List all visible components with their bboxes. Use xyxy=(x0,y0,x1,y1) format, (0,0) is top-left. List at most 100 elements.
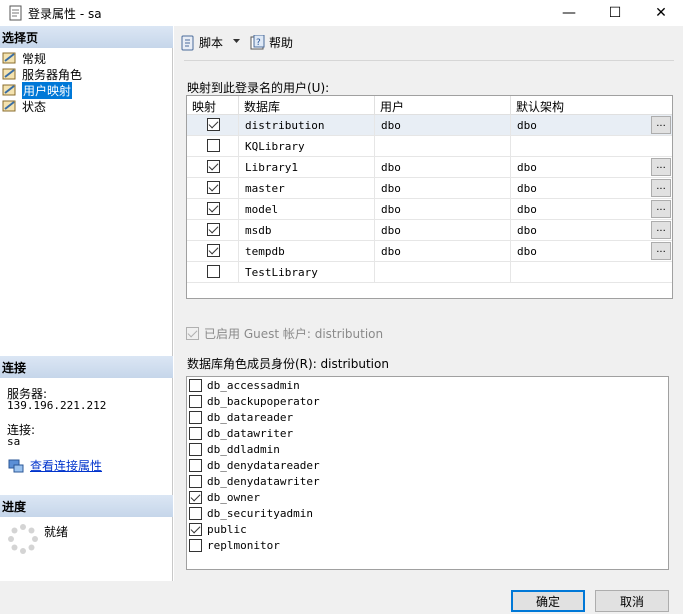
user-cell[interactable] xyxy=(375,136,511,157)
connection-properties-icon xyxy=(8,459,24,472)
default-schema-cell[interactable] xyxy=(511,136,672,157)
role-checkbox[interactable] xyxy=(189,442,202,456)
role-item[interactable]: db_backupoperator xyxy=(189,393,320,409)
role-item[interactable]: public xyxy=(189,521,247,537)
user-cell[interactable] xyxy=(375,262,511,283)
map-checkbox[interactable] xyxy=(207,244,220,257)
column-header-database[interactable]: 数据库 xyxy=(239,96,375,115)
database-cell[interactable]: master xyxy=(239,178,375,199)
database-cell[interactable]: model xyxy=(239,199,375,220)
help-label: 帮助 xyxy=(269,36,294,50)
user-cell[interactable]: dbo xyxy=(375,178,511,199)
map-checkbox[interactable] xyxy=(207,181,220,194)
database-cell[interactable]: TestLibrary xyxy=(239,262,375,283)
role-checkbox[interactable] xyxy=(189,378,202,392)
column-header-user[interactable]: 用户 xyxy=(375,96,511,115)
nav-item-label: 用户映射 xyxy=(22,81,73,99)
toolbar: 脚本 ? 帮助 xyxy=(174,26,683,60)
table-row[interactable]: Library1 dbo dbo... xyxy=(187,157,672,178)
user-cell[interactable]: dbo xyxy=(375,115,511,136)
script-dropdown-button[interactable] xyxy=(232,37,241,45)
table-row[interactable]: model dbo dbo... xyxy=(187,199,672,220)
role-checkbox[interactable] xyxy=(189,426,202,440)
role-item[interactable]: replmonitor xyxy=(189,537,280,553)
table-row[interactable]: msdb dbo dbo... xyxy=(187,220,672,241)
role-checkbox[interactable] xyxy=(189,458,202,472)
role-item[interactable]: db_owner xyxy=(189,489,260,505)
maximize-button[interactable]: ☐ xyxy=(592,0,638,26)
connection-header: 连接 xyxy=(0,356,173,378)
progress-spinner-icon xyxy=(8,524,38,554)
map-checkbox[interactable] xyxy=(207,223,220,236)
schema-browse-button[interactable]: ... xyxy=(651,200,671,218)
default-schema-cell[interactable]: dbo xyxy=(511,220,672,241)
default-schema-cell[interactable]: dbo xyxy=(511,157,672,178)
schema-browse-button[interactable]: ... xyxy=(651,221,671,239)
database-cell[interactable]: distribution xyxy=(239,115,375,136)
table-row[interactable]: KQLibrary xyxy=(187,136,672,157)
database-cell[interactable]: Library1 xyxy=(239,157,375,178)
table-row[interactable]: distribution dbo dbo... xyxy=(187,115,672,136)
role-item[interactable]: db_ddladmin xyxy=(189,441,280,457)
user-cell[interactable]: dbo xyxy=(375,199,511,220)
maximize-icon: ☐ xyxy=(608,5,622,21)
nav-item-general[interactable]: 常规 xyxy=(2,50,46,66)
table-row[interactable]: TestLibrary xyxy=(187,262,672,283)
role-checkbox[interactable] xyxy=(189,506,202,520)
map-checkbox[interactable] xyxy=(207,118,220,131)
column-header-default-schema[interactable]: 默认架构 xyxy=(511,96,672,115)
schema-browse-button[interactable]: ... xyxy=(651,179,671,197)
table-row[interactable]: master dbo dbo... xyxy=(187,178,672,199)
dialog-button-bar: 确定 取消 xyxy=(0,581,683,614)
nav-item-status[interactable]: 状态 xyxy=(2,98,46,114)
schema-browse-button[interactable]: ... xyxy=(651,158,671,176)
close-button[interactable]: ✕ xyxy=(638,0,683,26)
role-checkbox[interactable] xyxy=(189,410,202,424)
map-checkbox[interactable] xyxy=(207,265,220,278)
role-label: replmonitor xyxy=(207,538,280,552)
role-checkbox[interactable] xyxy=(189,394,202,408)
schema-browse-button[interactable]: ... xyxy=(651,116,671,134)
role-item[interactable]: db_datareader xyxy=(189,409,293,425)
map-checkbox[interactable] xyxy=(207,202,220,215)
map-checkbox[interactable] xyxy=(207,139,220,152)
role-checkbox[interactable] xyxy=(189,522,202,536)
database-cell[interactable]: KQLibrary xyxy=(239,136,375,157)
minimize-button[interactable]: — xyxy=(546,0,592,26)
schema-browse-button[interactable]: ... xyxy=(651,242,671,260)
user-cell[interactable]: dbo xyxy=(375,157,511,178)
role-item[interactable]: db_datawriter xyxy=(189,425,293,441)
role-item[interactable]: db_denydatawriter xyxy=(189,473,320,489)
ok-button[interactable]: 确定 xyxy=(511,590,585,612)
cancel-button[interactable]: 取消 xyxy=(595,590,669,612)
role-checkbox[interactable] xyxy=(189,490,202,504)
default-schema-cell[interactable]: dbo xyxy=(511,241,672,262)
nav-item-server-roles[interactable]: 服务器角色 xyxy=(2,66,82,82)
view-connection-properties-link[interactable]: 查看连接属性 xyxy=(8,457,102,474)
script-button[interactable]: 脚本 xyxy=(180,34,223,51)
help-button[interactable]: ? 帮助 xyxy=(250,34,293,51)
user-cell[interactable]: dbo xyxy=(375,220,511,241)
nav-item-user-mapping[interactable]: 用户映射 xyxy=(2,81,73,99)
map-cell xyxy=(187,262,239,283)
select-page-header: 选择页 xyxy=(0,26,173,48)
role-item[interactable]: db_securityadmin xyxy=(189,505,313,521)
role-label: db_backupoperator xyxy=(207,394,320,408)
default-schema-cell[interactable]: dbo xyxy=(511,178,672,199)
role-checkbox[interactable] xyxy=(189,474,202,488)
map-cell xyxy=(187,178,239,199)
database-cell[interactable]: tempdb xyxy=(239,241,375,262)
default-schema-cell[interactable] xyxy=(511,262,672,283)
role-item[interactable]: db_accessadmin xyxy=(189,377,300,393)
column-header-map[interactable]: 映射 xyxy=(187,96,239,115)
role-checkbox[interactable] xyxy=(189,538,202,552)
user-cell[interactable]: dbo xyxy=(375,241,511,262)
map-checkbox[interactable] xyxy=(207,160,220,173)
table-row[interactable]: tempdb dbo dbo... xyxy=(187,241,672,262)
database-cell[interactable]: msdb xyxy=(239,220,375,241)
default-schema-cell[interactable]: dbo xyxy=(511,115,672,136)
page-icon xyxy=(2,100,16,112)
server-value: 139.196.221.212 xyxy=(7,399,107,412)
role-item[interactable]: db_denydatareader xyxy=(189,457,320,473)
default-schema-cell[interactable]: dbo xyxy=(511,199,672,220)
